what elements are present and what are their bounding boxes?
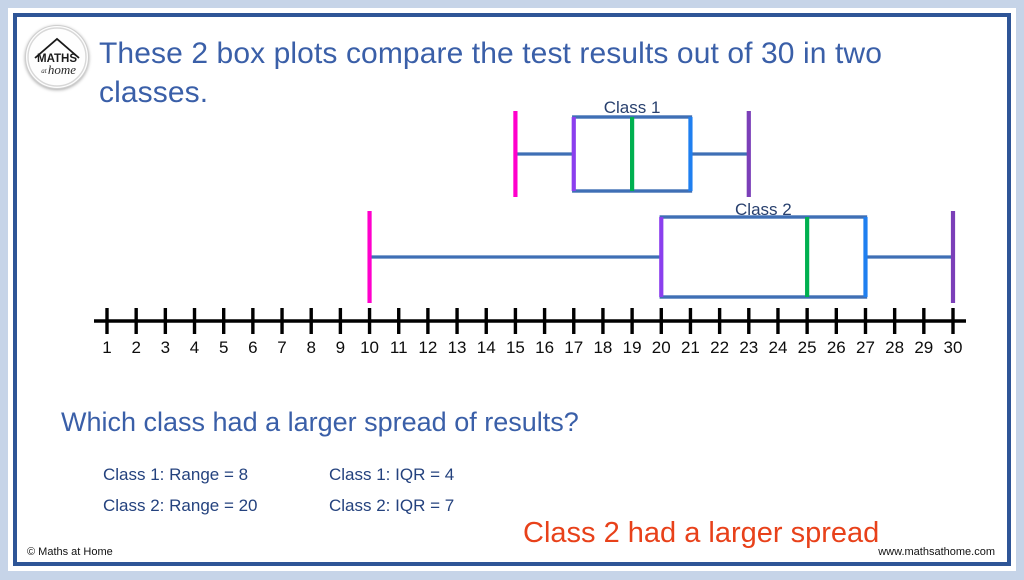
slide-outer-frame: MATHS at home These 2 box plots compare … xyxy=(8,8,1016,571)
slide-inner-frame: MATHS at home These 2 box plots compare … xyxy=(13,13,1011,566)
stats-row: Class 2: Range = 20 Class 2: IQR = 7 xyxy=(103,496,549,516)
class2-range: Class 2: Range = 20 xyxy=(103,496,258,515)
class1-range: Class 1: Range = 8 xyxy=(103,465,249,484)
boxplot-series-1 xyxy=(513,111,751,197)
series-label-2: Class 2 xyxy=(735,200,792,219)
footer-website: www.mathsathome.com xyxy=(878,546,995,558)
class1-iqr: Class 1: IQR = 4 xyxy=(329,465,455,484)
boxplot-series-2 xyxy=(367,211,956,303)
footer-copyright: © Maths at Home xyxy=(27,546,113,558)
class2-iqr: Class 2: IQR = 7 xyxy=(329,496,455,515)
stats-row: Class 1: Range = 8 Class 1: IQR = 4 xyxy=(103,465,549,485)
slide-canvas: MATHS at home These 2 box plots compare … xyxy=(17,17,1007,562)
box-body xyxy=(659,215,868,299)
answer-text: Class 2 had a larger spread xyxy=(523,517,880,549)
question-text: Which class had a larger spread of resul… xyxy=(61,407,579,437)
axis-tick-label: 30 xyxy=(943,338,963,357)
series-label-1: Class 1 xyxy=(603,98,661,117)
stats-block: Class 1: Range = 8 Class 1: IQR = 4 Clas… xyxy=(103,465,549,527)
